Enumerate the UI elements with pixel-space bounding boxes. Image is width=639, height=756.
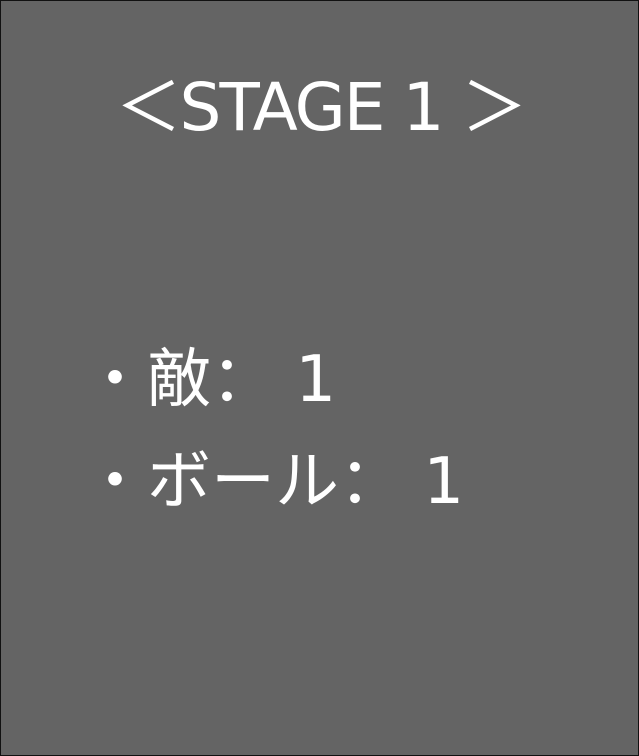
stage-info-panel: ＜STAGE 1 ＞ ・敵： 1 ・ボール： 1 [0,0,639,756]
enemy-count-item: ・敵： 1 [83,343,337,417]
stage-title: ＜STAGE 1 ＞ [115,69,528,146]
ball-count-item: ・ボール： 1 [83,445,465,519]
stage-info-list: ・敵： 1 ・ボール： 1 [83,329,464,533]
